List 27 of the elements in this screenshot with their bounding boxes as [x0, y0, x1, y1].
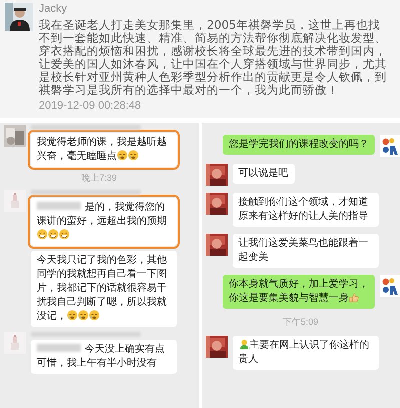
- grinning-face-icon: [48, 229, 59, 240]
- message-bubble: 接触到你们这个领域，才知道原来有这样好的让人美的指导: [232, 193, 378, 227]
- message-bubble: 可以说是吧: [232, 164, 294, 184]
- message-bubble: 让我们这爱美菜鸟也能跟着一起变美: [232, 234, 378, 268]
- author-name: Jacky: [39, 3, 68, 16]
- crying-face-icon: [67, 310, 78, 321]
- message-bubble: 今天没上确实有点可惜，我上午有半小时没有: [31, 340, 177, 374]
- crying-face-icon: [78, 310, 89, 321]
- timestamp: 下午5:09: [282, 316, 319, 329]
- message-bubble: 我觉得老师的课，我是越听越兴奋，毫无瞌睡点: [31, 133, 177, 167]
- comment-text: 我在圣诞老人打走美女那集里，2005年祺磐学员，这世上再也找不到一套能如此快速、精准、简易的方法帮你彻底解决化妆发型、穿衣搭配的烦恼和困扰，感谢校长将全球最先进的技术带到国内，让爱美的国人如沐春风，让中国在个人穿搭领域与世界同步，尤其是校长针对亚州黄种人色彩季型分析作出的贡献更是令人钦佩，到祺磐学习是我所有的选择中最对的一个，我为此而骄傲！: [39, 19, 388, 97]
- grinning-face-icon: [37, 229, 48, 240]
- message-bubble: 主要在网上认识了你这样的贵人: [232, 336, 378, 370]
- grinning-face-icon: [59, 229, 70, 240]
- comment-date: 2019-12-09 00:28:48: [39, 100, 142, 112]
- message-bubble: 您是学完我们的课程改变的吗？: [223, 135, 375, 155]
- thumbs-up-icon: [349, 292, 360, 303]
- message-bubble: 是的，我觉得您的课讲的蛮好，远超出我的预期: [31, 198, 177, 246]
- logo-icon: [380, 275, 400, 297]
- person-icon: [238, 339, 250, 350]
- timestamp: 晚上7:39: [81, 172, 118, 185]
- crying-face-icon: [117, 150, 128, 161]
- crying-face-icon: [128, 150, 139, 161]
- logo-icon: [380, 135, 400, 157]
- message-bubble: 你本身就气质好，加上爱学习，你这是要集美貌与智慧一身: [223, 275, 375, 309]
- message-bubble: 今天我只记了我的色彩，其他同学的我就想再自己看一下图片，我都记下的话就很容易干扰我自己判断了嗯，所以我就没记，: [31, 251, 177, 327]
- crying-face-icon: [89, 310, 100, 321]
